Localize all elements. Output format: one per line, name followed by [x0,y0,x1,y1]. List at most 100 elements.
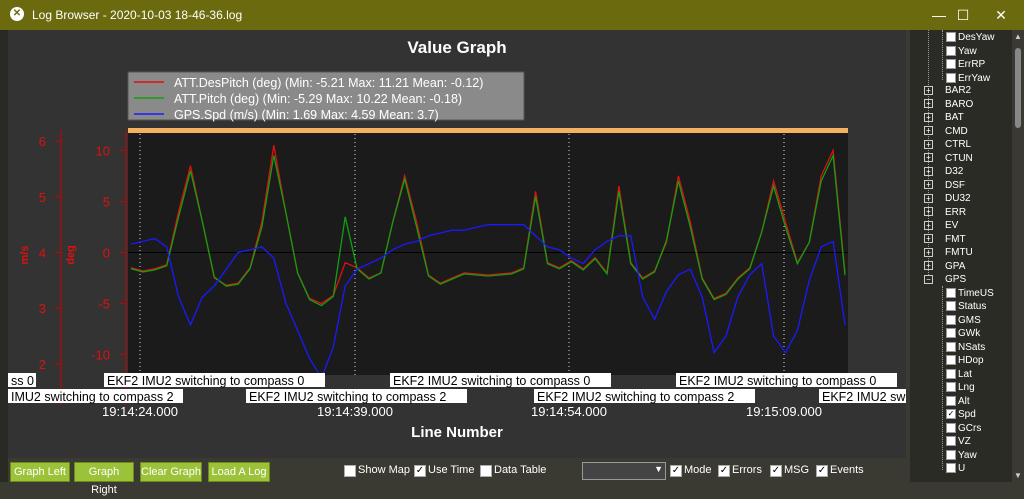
graph-right-button[interactable]: Graph Right [74,462,134,496]
field-checkbox[interactable] [946,59,956,70]
field-checkbox[interactable] [946,301,956,312]
expand-icon[interactable]: + [924,207,933,217]
tree-field-yaw[interactable]: Yaw [946,449,977,462]
events-checkbox[interactable]: ✓ [816,465,828,477]
msg-checkbox[interactable]: ✓ [770,465,782,477]
tree-field-gwk[interactable]: GWk [946,327,980,340]
field-checkbox[interactable] [946,72,956,83]
tree-group-dsf[interactable]: + DSF [924,179,965,192]
tree-field-spd[interactable]: ✓ Spd [946,408,976,421]
tree-field-lat[interactable]: Lat [946,368,972,381]
ms-tick-label: 5 [39,190,46,205]
tree-group-gps[interactable]: − GPS [924,273,966,286]
field-checkbox[interactable] [946,463,956,474]
graph-select-dropdown[interactable]: ▼ [582,462,666,480]
field-checkbox[interactable] [946,328,956,339]
scroll-thumb[interactable] [1015,48,1021,128]
expand-icon[interactable]: + [924,220,933,230]
collapse-icon[interactable]: − [924,274,933,284]
field-checkbox[interactable] [946,287,956,298]
mode-checkbox[interactable]: ✓ [670,465,682,477]
tree-group-fmt[interactable]: + FMT [924,233,966,246]
expand-icon[interactable]: + [924,180,933,190]
tree-field-erryaw[interactable]: ErrYaw [946,72,990,85]
expand-icon[interactable]: + [924,247,933,257]
tree-field-yaw[interactable]: Yaw [946,45,977,58]
tree-group-err[interactable]: + ERR [924,206,966,219]
scroll-up-icon[interactable]: ▲ [1014,32,1022,41]
tree-field-label: GCrs [958,422,982,434]
tree-group-baro[interactable]: + BARO [924,98,973,111]
graph-plot[interactable]: 6 5 4 3 2 10 5 0 -5 -10 m/s deg ATT.DesPitch (deg) (… [8,30,906,458]
field-checkbox[interactable] [946,395,956,406]
tree-field-nsats[interactable]: NSats [946,341,985,354]
tree-group-label: DSF [945,179,965,191]
expand-icon[interactable]: + [924,112,933,122]
field-checkbox[interactable] [946,341,956,352]
ms-tick-label: 3 [39,301,46,316]
tree-scrollbar[interactable]: ▲ ▼ [1012,30,1024,482]
field-checkbox[interactable] [946,449,956,460]
scroll-down-icon[interactable]: ▼ [1014,471,1022,480]
field-checkbox[interactable] [946,382,956,393]
expand-icon[interactable]: + [924,261,933,271]
tree-field-errrp[interactable]: ErrRP [946,58,985,71]
time-tick-label: 19:14:39.000 [317,404,393,419]
tree-field-timeus[interactable]: TimeUS [946,287,994,300]
field-checkbox[interactable] [946,355,956,366]
expand-icon[interactable]: + [924,166,933,176]
event-label-text: ss 0 [11,374,34,388]
field-checkbox[interactable]: ✓ [946,409,956,420]
value-graph[interactable]: Value Graph 6 5 4 3 2 10 5 0 -5 -10 m/s deg ATT.DesP… [8,30,906,458]
ms-axis-label: m/s [19,246,31,265]
tree-field-u[interactable]: U [946,462,965,475]
log-field-tree[interactable]: DesYaw Yaw ErrRP ErrYaw + BAR2 + BARO + BAT + CMD + C… [910,30,1012,482]
tree-field-alt[interactable]: Alt [946,395,970,408]
data-table-checkbox[interactable] [480,465,492,477]
tree-group-cmd[interactable]: + CMD [924,125,968,138]
deg-axis-label: deg [65,245,77,265]
tree-group-gpa[interactable]: + GPA [924,260,965,273]
use-time-checkbox[interactable]: ✓ [414,465,426,477]
event-label-text: EKF2 IMU2 switching to compass 2 [537,390,734,404]
tree-field-gms[interactable]: GMS [946,314,981,327]
tree-field-lng[interactable]: Lng [946,381,975,394]
tree-group-ctrl[interactable]: + CTRL [924,138,971,151]
field-checkbox[interactable] [946,436,956,447]
expand-icon[interactable]: + [924,193,933,203]
expand-icon[interactable]: + [924,153,933,163]
tree-field-hdop[interactable]: HDop [946,354,984,367]
tree-field-label: VZ [958,436,971,447]
tree-group-label: D32 [945,166,964,177]
tree-group-bat[interactable]: + BAT [924,111,964,124]
expand-icon[interactable]: + [924,85,933,95]
field-checkbox[interactable] [946,45,956,56]
field-checkbox[interactable] [946,422,956,433]
tree-group-fmtu[interactable]: + FMTU [924,246,973,259]
expand-icon[interactable]: + [924,99,933,109]
tree-field-label: Lng [958,382,975,393]
clear-graph-button[interactable]: Clear Graph [140,462,202,482]
errors-checkbox[interactable]: ✓ [718,465,730,477]
tree-group-label: EV [945,220,959,231]
expand-icon[interactable]: + [924,139,933,149]
tree-group-du32[interactable]: + DU32 [924,192,971,205]
close-button[interactable]: ✕ [978,0,1024,30]
tree-group-d32[interactable]: + D32 [924,165,963,178]
show-map-checkbox[interactable] [344,465,356,477]
tree-group-ev[interactable]: + EV [924,219,958,232]
load-log-button[interactable]: Load A Log [208,462,270,482]
tree-field-gcrs[interactable]: GCrs [946,422,981,435]
tree-group-bar2[interactable]: + BAR2 [924,84,971,97]
graph-left-button[interactable]: Graph Left [10,462,70,482]
field-checkbox[interactable] [946,314,956,325]
field-checkbox[interactable] [946,368,956,379]
tree-field-status[interactable]: Status [946,300,986,313]
tree-field-desyaw[interactable]: DesYaw [946,31,995,44]
expand-icon[interactable]: + [924,126,933,136]
tree-field-vz[interactable]: VZ [946,435,971,448]
field-checkbox[interactable] [946,32,956,43]
expand-icon[interactable]: + [924,234,933,244]
time-tick-label: 19:14:24.000 [102,404,178,419]
tree-group-ctun[interactable]: + CTUN [924,152,973,165]
